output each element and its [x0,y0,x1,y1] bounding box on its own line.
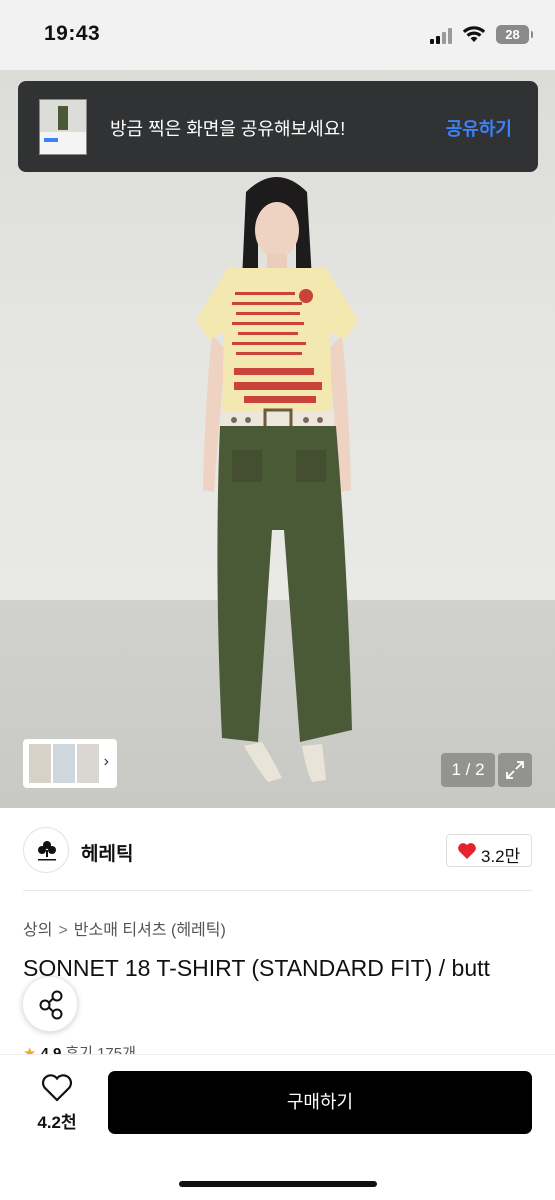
cellular-signal-icon [430,28,456,44]
home-indicator [179,1181,377,1187]
toast-message: 방금 찍은 화면을 공유해보세요! [110,119,346,139]
brand-name[interactable]: 헤레틱 [81,839,133,866]
product-title: SONNET 18 T-SHIRT (STANDARD FIT) / butt [23,955,490,981]
status-time: 19:43 [44,22,101,45]
wishlist-count: 4.2천 [37,1113,77,1132]
expand-icon [506,761,524,779]
buy-button[interactable]: 구매하기 [108,1071,532,1134]
expand-button[interactable] [498,753,532,787]
brand-like-button[interactable]: 3.2만 [446,834,532,867]
screenshot-thumbnail[interactable] [39,99,87,155]
share-icon [39,990,63,1020]
model-photo [196,177,358,782]
image-thumbnail-strip[interactable]: › [23,739,117,788]
breadcrumb-category[interactable]: 상의 [23,922,52,939]
brand-like-count: 3.2만 [481,847,521,866]
wishlist-heart-icon[interactable] [41,1074,73,1102]
divider [23,890,532,891]
heart-icon [458,843,476,859]
breadcrumb-subcategory[interactable]: 반소매 티셔츠 (헤레틱) [74,922,226,939]
product-image[interactable] [0,70,555,808]
brand-emblem-icon [38,841,56,861]
wifi-icon [462,26,486,42]
chevron-right-icon: › [103,753,109,770]
breadcrumb: 상의 > 반소매 티셔츠 (헤레틱) [23,916,226,940]
share-button[interactable] [22,976,78,1032]
image-counter: 1 / 2 [441,753,495,787]
share-toast: 방금 찍은 화면을 공유해보세요! 공유하기 [18,81,538,172]
share-action-button[interactable]: 공유하기 [446,115,512,141]
status-bar: 19:43 28 [0,0,555,70]
battery-icon: 28 [496,25,533,44]
breadcrumb-separator: > [58,922,68,939]
brand-logo[interactable] [23,827,69,873]
